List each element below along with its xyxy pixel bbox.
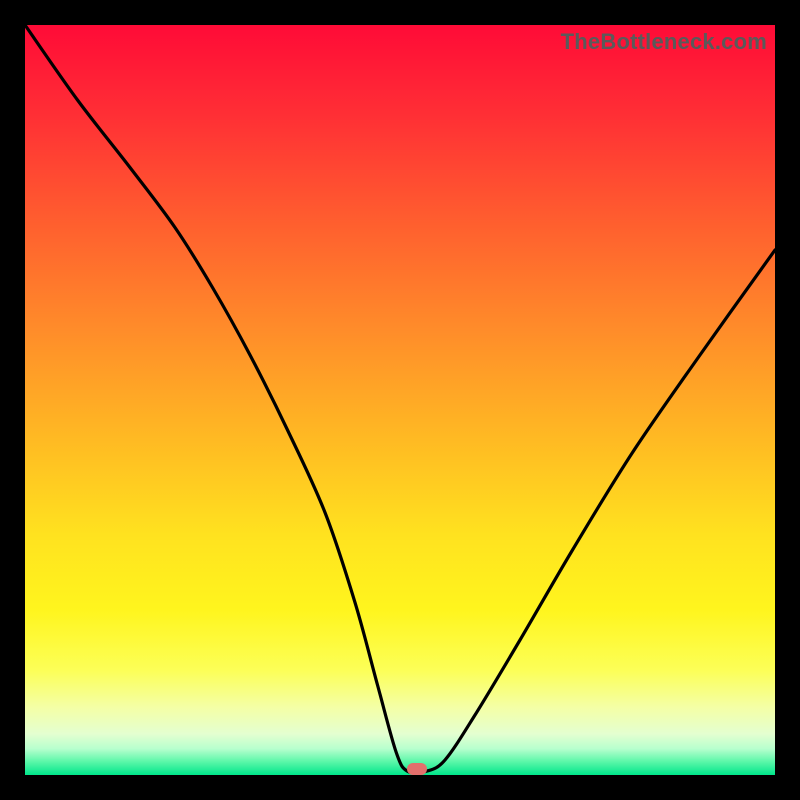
bottleneck-curve xyxy=(25,25,775,775)
watermark-text: TheBottleneck.com xyxy=(561,29,767,55)
chart-frame: TheBottleneck.com xyxy=(0,0,800,800)
plot-area: TheBottleneck.com xyxy=(25,25,775,775)
min-marker xyxy=(407,763,427,775)
